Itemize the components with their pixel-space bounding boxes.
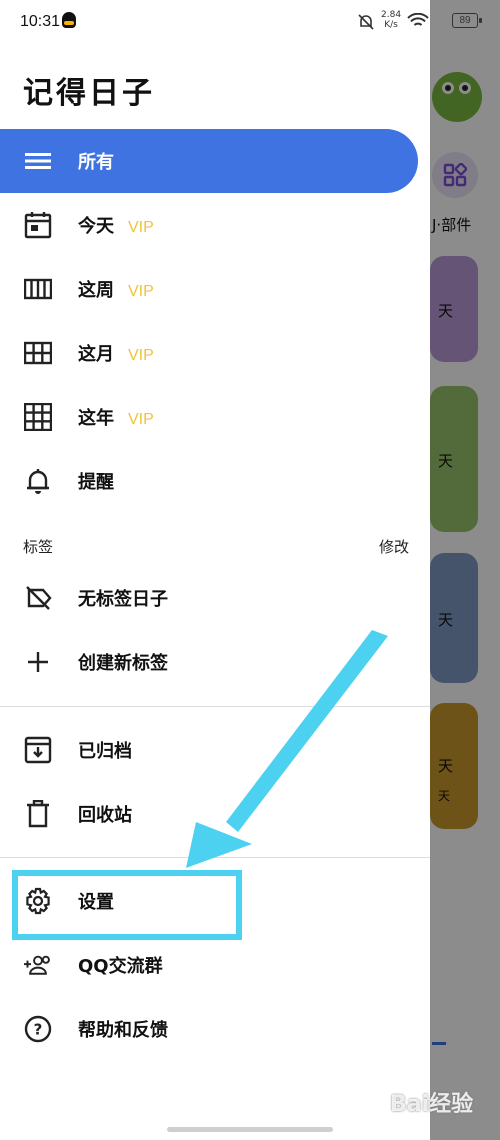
pointer-arrow [186, 630, 388, 868]
watermark: Bai经验 [390, 1092, 474, 1117]
home-indicator [167, 1127, 333, 1132]
